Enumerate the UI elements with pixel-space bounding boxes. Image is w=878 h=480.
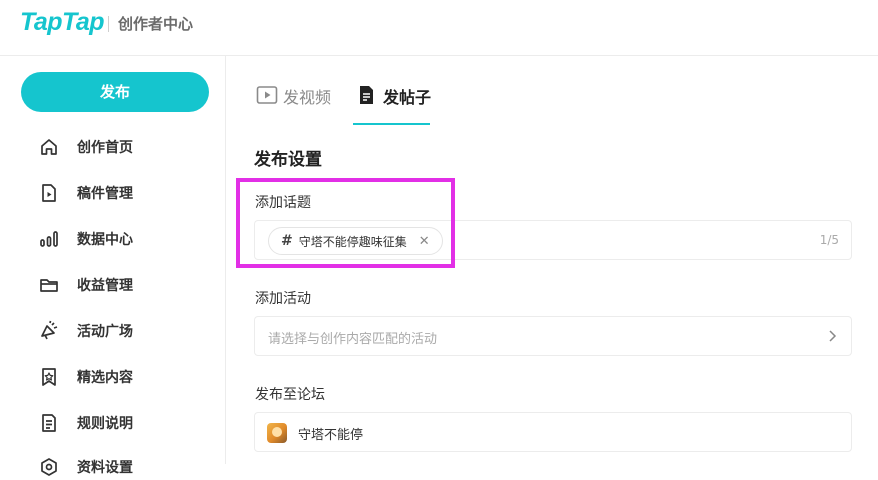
top-header: TapTap 创作者中心 xyxy=(0,0,878,56)
megaphone-icon xyxy=(38,320,60,342)
sidebar-item-rules[interactable]: 规则说明 xyxy=(38,410,208,436)
sidebar-item-manuscripts[interactable]: 稿件管理 xyxy=(38,180,208,206)
topic-counter: 1/5 xyxy=(819,233,839,247)
wallet-icon xyxy=(38,274,60,296)
forum-label: 发布至论坛 xyxy=(255,387,325,403)
sidebar-item-data-center[interactable]: 数据中心 xyxy=(38,226,208,252)
forum-select[interactable]: 守塔不能停 xyxy=(254,412,852,452)
bar-chart-icon xyxy=(38,228,60,250)
star-badge-icon xyxy=(38,366,60,388)
sidebar-item-label: 数据中心 xyxy=(77,232,133,248)
topic-label: 添加话题 xyxy=(255,195,311,211)
section-title: 发布设置 xyxy=(254,150,322,170)
sidebar-item-featured[interactable]: 精选内容 xyxy=(38,364,208,390)
forum-name: 守塔不能停 xyxy=(298,428,364,443)
forum-avatar xyxy=(267,423,287,443)
sidebar-item-label: 活动广场 xyxy=(77,324,133,340)
rules-document-icon xyxy=(38,412,60,434)
tab-post-video[interactable]: 发视频 xyxy=(256,80,336,110)
sidebar-item-label: 收益管理 xyxy=(77,278,133,294)
sidebar-item-label: 资料设置 xyxy=(77,460,133,476)
publish-button[interactable]: 发布 xyxy=(21,72,209,112)
creator-center-title: 创作者中心 xyxy=(118,15,194,33)
sidebar: 发布 创作首页 稿件管理 数据中心 收益管理 活动广场 精选内容 规则说明 资料… xyxy=(0,56,226,476)
active-tab-indicator xyxy=(353,123,430,125)
hashtag-icon: # xyxy=(281,233,293,249)
close-icon[interactable]: ✕ xyxy=(419,234,430,249)
tab-label: 发帖子 xyxy=(383,88,432,107)
chevron-right-icon xyxy=(827,329,837,343)
settings-icon xyxy=(38,456,60,478)
topic-field[interactable]: # 守塔不能停趣味征集 ✕ 1/5 xyxy=(254,220,852,260)
sidebar-item-label: 精选内容 xyxy=(77,370,133,386)
sidebar-item-earnings[interactable]: 收益管理 xyxy=(38,272,208,298)
video-play-icon xyxy=(256,85,278,105)
sidebar-item-activities[interactable]: 活动广场 xyxy=(38,318,208,344)
activity-placeholder: 请选择与创作内容匹配的活动 xyxy=(268,332,438,347)
taptap-logo[interactable]: TapTap xyxy=(20,8,105,37)
activity-select[interactable]: 请选择与创作内容匹配的活动 xyxy=(254,316,852,356)
main-content: 发视频 发帖子 发布设置 添加话题 # 守塔不能停趣味征集 ✕ 1/5 添加活动… xyxy=(226,56,878,464)
tab-post-thread[interactable]: 发帖子 xyxy=(356,80,436,110)
sidebar-item-label: 稿件管理 xyxy=(77,186,133,202)
topic-chip-text: 守塔不能停趣味征集 xyxy=(298,234,407,249)
topic-chip[interactable]: # 守塔不能停趣味征集 ✕ xyxy=(268,227,443,255)
home-icon xyxy=(38,136,60,158)
sidebar-item-profile-settings[interactable]: 资料设置 xyxy=(38,454,208,480)
logo-divider xyxy=(108,16,109,32)
sidebar-item-home[interactable]: 创作首页 xyxy=(38,134,208,160)
sidebar-item-label: 创作首页 xyxy=(77,140,133,156)
activity-label: 添加活动 xyxy=(255,291,311,307)
tab-label: 发视频 xyxy=(283,88,332,107)
document-play-icon xyxy=(38,182,60,204)
sidebar-item-label: 规则说明 xyxy=(77,416,133,432)
post-document-icon xyxy=(356,85,378,105)
